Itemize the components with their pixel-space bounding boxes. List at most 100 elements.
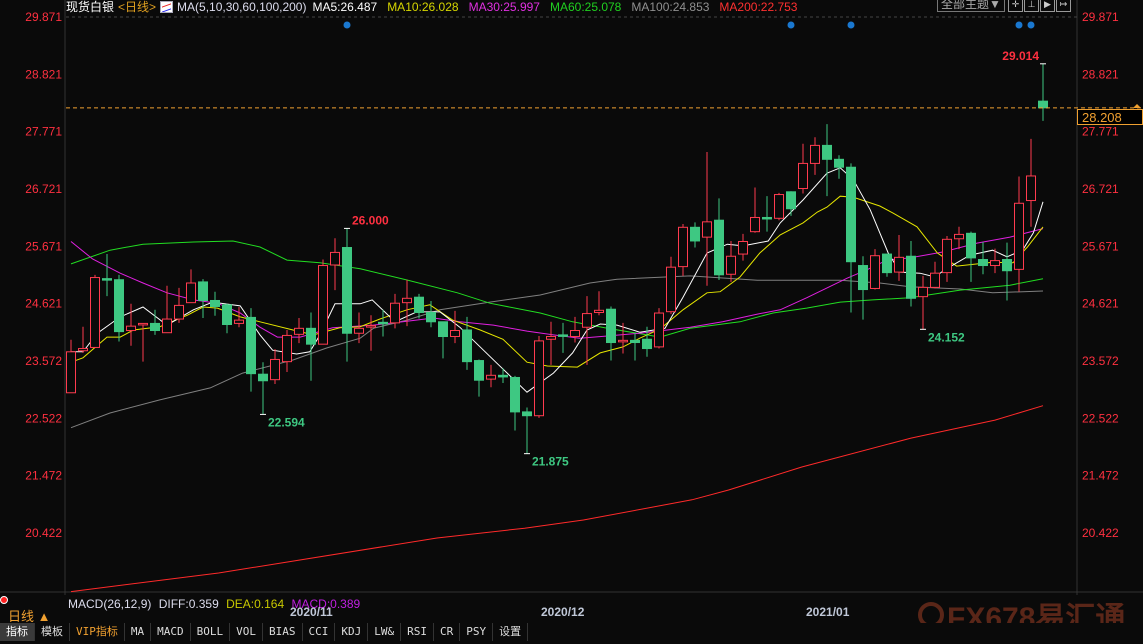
candle-down — [510, 376, 520, 413]
candle-down — [846, 166, 856, 263]
ma30-value: MA30:25.997 — [468, 0, 540, 14]
candle-up — [390, 302, 400, 324]
date-label: 2020/12 — [541, 605, 585, 619]
candle-up — [534, 340, 544, 417]
ma-chart-icon[interactable] — [160, 0, 174, 13]
candle-up — [366, 325, 376, 328]
tab-ma[interactable]: MA — [125, 623, 152, 641]
candle-up — [582, 313, 592, 328]
theme-dropdown-button[interactable]: 全部主题▼ — [937, 0, 1005, 12]
y-tick-label-right: 24.621 — [1082, 297, 1119, 311]
candle-up — [234, 319, 244, 324]
candle-up — [750, 216, 760, 233]
signal-marker-dot — [1027, 21, 1035, 29]
y-tick-label-left: 23.572 — [25, 354, 62, 368]
jump-end-icon[interactable]: ↦ — [1056, 0, 1071, 12]
candle-down — [966, 232, 976, 259]
candle-down — [150, 322, 160, 332]
candle-up — [450, 330, 460, 338]
candle-up — [942, 238, 952, 274]
y-tick-label-left: 21.472 — [25, 469, 62, 483]
tab-vip-indicator[interactable]: VIP指标 — [70, 623, 125, 641]
candle-down — [246, 316, 256, 375]
candle-up — [1026, 175, 1036, 202]
candle-up — [678, 226, 688, 268]
tab-template[interactable]: 模板 — [35, 623, 70, 641]
crosshair-icon[interactable]: ✛ — [1008, 0, 1023, 12]
macd-diff: DIFF:0.359 — [158, 597, 219, 611]
macd-params[interactable]: MACD(26,12,9) — [68, 597, 151, 611]
candle-up — [402, 297, 412, 304]
candle-up — [330, 251, 340, 266]
candle-down — [1038, 100, 1048, 109]
tab-rsi[interactable]: RSI — [401, 623, 434, 641]
tab-boll[interactable]: BOLL — [191, 623, 231, 641]
candle-down — [210, 299, 220, 307]
candle-down — [438, 321, 448, 338]
candle-up — [666, 266, 676, 313]
tab-psy[interactable]: PSY — [460, 623, 494, 641]
candle-up — [282, 334, 292, 363]
y-tick-label-left: 26.721 — [25, 182, 62, 196]
signal-marker-dot — [343, 21, 351, 29]
y-tick-label-left: 27.771 — [25, 125, 62, 139]
tab-cci[interactable]: CCI — [303, 623, 336, 641]
y-tick-label-right: 27.771 — [1082, 125, 1119, 139]
ma10-value: MA10:26.028 — [387, 0, 459, 14]
candle-down — [522, 411, 532, 417]
candle-down — [978, 259, 988, 267]
candle-down — [558, 334, 568, 337]
candle-down — [834, 158, 844, 168]
fit-icon[interactable]: ⊥ — [1024, 0, 1039, 12]
y-tick-label-left: 25.671 — [25, 239, 62, 253]
play-icon[interactable]: ▶ — [1040, 0, 1055, 12]
candle-up — [138, 322, 148, 326]
instrument-name: 现货白银 — [66, 0, 115, 14]
ma-params[interactable]: MA(5,10,30,60,100,200) — [177, 1, 306, 13]
candle-down — [858, 265, 868, 291]
signal-marker-dot — [787, 21, 795, 29]
candle-down — [462, 329, 472, 363]
tab-indicator[interactable]: 指标 — [0, 623, 35, 641]
low-price-label: 21.875 — [532, 455, 569, 469]
candle-up — [90, 277, 100, 348]
candle-up — [486, 374, 496, 380]
candle-down — [102, 278, 112, 281]
candle-up — [174, 304, 184, 320]
candle-up — [990, 260, 1000, 267]
candle-down — [498, 374, 508, 378]
candle-up — [1014, 202, 1024, 270]
candle-up — [930, 272, 940, 288]
ma30-line — [70, 228, 1044, 339]
tab-lw[interactable]: LW& — [368, 623, 402, 641]
ma5-line — [71, 167, 1044, 393]
tab-settings[interactable]: 设置 — [493, 623, 529, 641]
candlestick-chart[interactable]: 29.871 29.871 28.821 28.821 27.771 27.771 26.7… — [0, 0, 1143, 595]
candle-up — [186, 282, 196, 304]
candle-down — [426, 311, 436, 323]
high-price-label: 29.014 — [1002, 49, 1039, 63]
candle-up — [894, 256, 904, 273]
period-tag[interactable]: <日线> — [118, 1, 156, 13]
candle-up — [798, 162, 808, 190]
candle-down — [882, 253, 892, 274]
price-arrow-icon — [1133, 104, 1141, 108]
tab-kdj[interactable]: KDJ — [335, 623, 369, 641]
indicator-tab-bar: 指标 模板 VIP指标 MA MACD BOLL VOL BIAS CCI KD… — [0, 623, 1143, 641]
y-tick-label-right: 21.472 — [1082, 469, 1119, 483]
y-tick-label-right: 26.721 — [1082, 182, 1119, 196]
record-dot-icon[interactable] — [0, 596, 8, 604]
y-tick-label-right: 22.522 — [1082, 411, 1119, 425]
tab-vol[interactable]: VOL — [230, 623, 263, 641]
y-tick-label-right: 23.572 — [1082, 354, 1119, 368]
tab-macd[interactable]: MACD — [151, 623, 191, 641]
y-tick-label-left: 24.621 — [25, 297, 62, 311]
ma200-line — [70, 405, 1044, 593]
candle-up — [570, 330, 580, 338]
candle-up — [702, 221, 712, 238]
tab-cr[interactable]: CR — [434, 623, 461, 641]
candle-up — [546, 336, 556, 340]
tab-bias[interactable]: BIAS — [263, 623, 303, 641]
candle-down — [414, 296, 424, 313]
candle-down — [342, 247, 352, 334]
